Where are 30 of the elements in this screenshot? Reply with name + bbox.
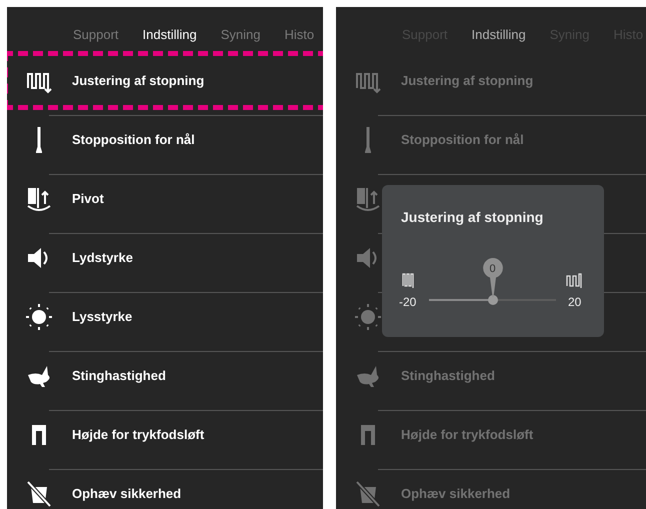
setting-label[interactable]: Justering af stopning xyxy=(401,70,534,90)
dialog-title: Justering af stopning xyxy=(401,208,544,227)
setting-label[interactable]: Stopposition for nål xyxy=(401,130,524,150)
setting-label[interactable]: Stinghastighed xyxy=(72,366,166,386)
setting-label[interactable]: Stopposition for nål xyxy=(72,130,195,150)
tab[interactable]: Indstilling xyxy=(460,18,538,51)
setting-label[interactable]: Justering af stopning xyxy=(72,70,204,90)
tab[interactable]: Histo xyxy=(272,18,323,51)
slider-value: 0 xyxy=(488,262,497,277)
setting-label[interactable]: Ophæv sikkerhed xyxy=(401,484,510,504)
sun-icon xyxy=(24,302,54,332)
setting-label[interactable]: Pivot xyxy=(72,188,104,208)
tab[interactable]: Syning xyxy=(208,18,272,51)
slider-thumb[interactable] xyxy=(488,295,498,305)
safety-off-icon xyxy=(353,478,383,508)
setting-label[interactable]: Højde for trykfodsløft xyxy=(72,424,204,444)
tab[interactable]: Indstilling xyxy=(130,18,209,51)
tab[interactable]: Support xyxy=(61,18,131,51)
setting-label[interactable]: Ophæv sikkerhed xyxy=(72,484,182,504)
setting-label[interactable]: Højde for trykfodsløft xyxy=(401,424,534,444)
needle-icon xyxy=(36,126,42,153)
setting-label[interactable]: Lydstyrke xyxy=(72,248,133,268)
max-label: 20 xyxy=(568,294,582,311)
needle-icon xyxy=(365,126,371,153)
value-bubble xyxy=(482,257,504,297)
wide-stitch-icon xyxy=(565,271,583,289)
min-label: -20 xyxy=(399,294,416,311)
sun-icon xyxy=(353,302,383,332)
setting-label[interactable]: Lysstyrke xyxy=(72,306,132,326)
setting-label[interactable]: Stinghastighed xyxy=(401,366,495,386)
